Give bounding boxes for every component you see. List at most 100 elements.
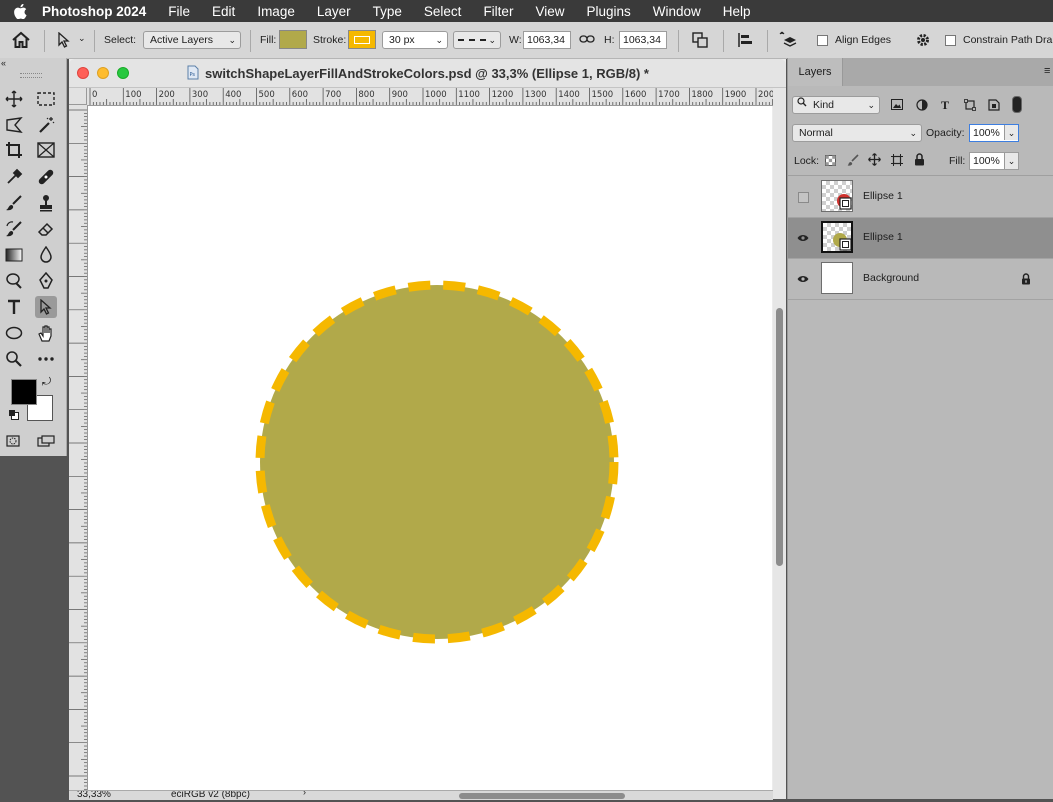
close-window-button[interactable] (77, 67, 89, 79)
app-name[interactable]: Photoshop 2024 (42, 4, 146, 19)
visibility-toggle-hidden[interactable] (796, 190, 810, 204)
tool-preset-chevron-icon[interactable]: ⌄ (78, 33, 86, 44)
screen-mode-icon[interactable] (37, 435, 55, 450)
menu-layer[interactable]: Layer (317, 4, 351, 19)
lock-transparent-pixels-icon[interactable] (825, 155, 836, 169)
stroke-color-swatch[interactable] (348, 30, 376, 49)
ellipse-tool-icon[interactable] (3, 322, 25, 344)
ellipse-shape[interactable] (255, 280, 619, 644)
path-selection-tool-icon[interactable] (57, 31, 71, 51)
move-tool-icon[interactable] (3, 88, 25, 110)
panel-grip[interactable] (20, 73, 42, 78)
rectangular-marquee-tool-icon[interactable] (35, 88, 57, 110)
collapse-arrows-icon[interactable]: « (1, 58, 6, 68)
minimize-window-button[interactable] (97, 67, 109, 79)
document-titlebar[interactable]: Ps switchShapeLayerFillAndStrokeColors.p… (69, 59, 786, 88)
constrain-path-checkbox[interactable] (945, 35, 956, 46)
zoom-tool-icon[interactable] (3, 348, 25, 370)
eye-icon[interactable] (796, 231, 810, 245)
smart-object-filter-icon[interactable] (988, 98, 1000, 114)
blur-tool-icon[interactable] (35, 244, 57, 266)
eraser-tool-icon[interactable] (35, 218, 57, 240)
select-dropdown[interactable]: Active Layers ⌄ (143, 31, 241, 49)
pen-tool-icon[interactable] (35, 270, 57, 292)
swap-colors-icon[interactable]: ⤾ (42, 376, 51, 389)
link-icon[interactable] (579, 34, 595, 47)
vertical-scrollbar[interactable] (773, 88, 786, 799)
lock-all-icon[interactable] (914, 153, 925, 169)
menu-help[interactable]: Help (723, 4, 751, 19)
blend-mode-dropdown[interactable]: Normal ⌄ (792, 124, 922, 142)
gradient-tool-icon[interactable] (3, 244, 25, 266)
lasso-tool-icon[interactable] (3, 114, 25, 136)
menu-view[interactable]: View (535, 4, 564, 19)
path-alignment-icon[interactable] (737, 32, 753, 51)
home-icon[interactable] (11, 31, 31, 52)
tab-layers[interactable]: Layers (788, 58, 843, 86)
horizontal-ruler[interactable]: 0 100 200 300 400 500 600 700 800 900 1000 1100 1200… (87, 88, 774, 106)
brush-tool-icon[interactable] (3, 192, 25, 214)
stroke-width-field[interactable]: 30 px ⌄ (382, 31, 448, 49)
path-operations-icon[interactable] (692, 32, 708, 51)
menu-file[interactable]: File (168, 4, 190, 19)
eyedropper-tool-icon[interactable] (3, 166, 25, 188)
opacity-field[interactable]: 100% ⌄ (969, 124, 1019, 142)
fill-color-swatch[interactable] (279, 30, 307, 49)
lock-position-icon[interactable] (868, 153, 881, 169)
gear-icon[interactable] (915, 32, 931, 51)
type-tool-icon[interactable] (3, 296, 25, 318)
lock-artboard-icon[interactable] (891, 154, 903, 169)
menu-plugins[interactable]: Plugins (586, 4, 630, 19)
zoom-window-button[interactable] (117, 67, 129, 79)
layer-row[interactable]: Background (788, 259, 1053, 300)
fill-opacity-field[interactable]: 100% ⌄ (969, 152, 1019, 170)
more-tools-icon[interactable] (35, 348, 57, 370)
ruler-origin[interactable] (69, 88, 87, 105)
menu-window[interactable]: Window (653, 4, 701, 19)
quick-mask-icon[interactable] (6, 435, 20, 450)
align-edges-checkbox[interactable] (817, 35, 828, 46)
chevron-down-icon[interactable]: ⌄ (1004, 125, 1018, 140)
magic-wand-tool-icon[interactable] (35, 114, 57, 136)
stroke-type-dropdown[interactable]: ⌄ (453, 31, 501, 49)
type-layer-filter-icon[interactable]: T (941, 98, 949, 113)
eye-icon[interactable] (796, 272, 810, 286)
canvas[interactable] (88, 106, 772, 792)
panel-menu-icon[interactable]: ≡ (1044, 65, 1050, 77)
shape-layer-filter-icon[interactable] (964, 99, 976, 114)
vertical-scrollbar-thumb[interactable] (776, 308, 783, 566)
chevron-down-icon[interactable]: ⌄ (1004, 153, 1018, 169)
clone-stamp-tool-icon[interactable] (35, 192, 57, 214)
width-field[interactable]: 1063,34 (523, 31, 571, 49)
menu-type[interactable]: Type (373, 4, 402, 19)
layer-row-selected[interactable]: Ellipse 1 (788, 218, 1053, 259)
hand-tool-icon[interactable] (35, 322, 57, 344)
path-arrangement-icon[interactable] (779, 31, 797, 52)
filter-kind-dropdown[interactable]: Kind ⌄ (792, 96, 880, 114)
frame-tool-icon[interactable] (35, 139, 57, 161)
constrain-path-label: Constrain Path Dra (963, 34, 1053, 46)
ruler-tick-label: 800 (358, 90, 374, 100)
menu-select[interactable]: Select (424, 4, 462, 19)
default-colors-icon[interactable] (9, 410, 19, 420)
apple-icon[interactable] (12, 3, 28, 19)
layer-row[interactable]: Ellipse 1 (788, 177, 1053, 218)
foreground-color-swatch[interactable] (11, 379, 37, 405)
horizontal-scrollbar-thumb[interactable] (459, 793, 625, 799)
vertical-ruler[interactable] (69, 105, 88, 799)
lock-image-pixels-icon[interactable] (847, 154, 859, 169)
menu-edit[interactable]: Edit (212, 4, 235, 19)
menu-filter[interactable]: Filter (483, 4, 513, 19)
adjustment-layer-filter-icon[interactable] (916, 99, 928, 114)
height-field[interactable]: 1063,34 (619, 31, 667, 49)
healing-brush-tool-icon[interactable] (35, 166, 57, 188)
menu-image[interactable]: Image (257, 4, 295, 19)
filter-toggle-icon[interactable] (1012, 96, 1022, 113)
direct-selection-tool-icon[interactable] (35, 296, 57, 318)
dodge-tool-icon[interactable] (3, 270, 25, 292)
ruler-tick-label: 1500 (592, 90, 614, 100)
status-chevron-icon[interactable]: › (303, 791, 306, 797)
crop-tool-icon[interactable] (3, 139, 25, 161)
pixel-layer-filter-icon[interactable] (891, 99, 903, 113)
history-brush-tool-icon[interactable] (3, 218, 25, 240)
